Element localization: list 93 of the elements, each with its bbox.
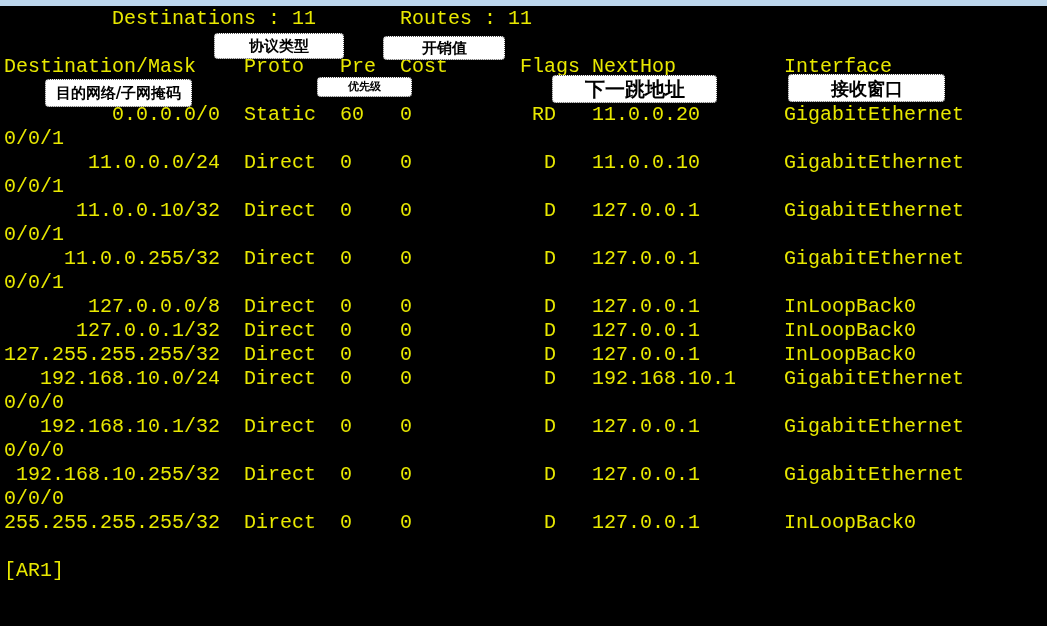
nexthop-cell-text: 127.0.0.1	[592, 247, 702, 271]
flags-cell-text: D	[543, 199, 556, 223]
flags-cell-text: D	[543, 343, 556, 367]
cost-cell-text: 0	[400, 511, 413, 535]
interface-cell: 0/0/0	[4, 487, 64, 511]
pre-cell-text: 0	[340, 343, 353, 367]
annotation-label: 优先级	[317, 77, 412, 97]
interface-cell: GigabitEthernet	[784, 367, 965, 391]
cost-cell-text: 0	[400, 343, 413, 367]
destination-cell-text: 11.0.0.10/32	[74, 199, 220, 223]
destination-cell: 255.255.255.255/32	[4, 511, 220, 535]
interface-cell: 0/0/1	[4, 127, 64, 151]
interface-cell: GigabitEthernet	[784, 463, 965, 487]
destination-cell-text: 127.0.0.1/32	[74, 319, 220, 343]
interface-cell: 0/0/1	[4, 175, 64, 199]
nexthop-cell-text: 127.0.0.1	[592, 415, 702, 439]
pre-cell-text: 60	[340, 103, 365, 127]
annotation-label: 接收窗口	[788, 74, 945, 102]
interface-cell: InLoopBack0	[784, 511, 917, 535]
annotation-label: 开销值	[383, 36, 505, 60]
pre-cell-text: 0	[340, 247, 353, 271]
destination-cell-text: 192.168.10.1/32	[38, 415, 220, 439]
annotation-label: 目的网络/子网掩码	[45, 79, 192, 107]
nexthop-cell-text: 127.0.0.1	[592, 343, 702, 367]
destinations-count: Destinations : 11	[112, 7, 318, 31]
interface-cell: GigabitEthernet	[784, 103, 965, 127]
command-prompt: [AR1]	[4, 559, 64, 583]
proto-cell-text: Direct	[244, 343, 317, 367]
cost-cell-text: 0	[400, 151, 413, 175]
destination-cell-text: 192.168.10.0/24	[38, 367, 220, 391]
pre-cell-text: 0	[340, 151, 353, 175]
pre-cell-text: 0	[340, 415, 353, 439]
annotation-label: 下一跳地址	[552, 75, 717, 103]
interface-cell: 0/0/1	[4, 271, 64, 295]
routes-count: Routes : 11	[400, 7, 533, 31]
proto-cell-text: Direct	[244, 295, 317, 319]
proto-cell-text: Direct	[244, 511, 317, 535]
nexthop-cell-text: 127.0.0.1	[592, 199, 702, 223]
nexthop-cell-text: 127.0.0.1	[592, 319, 702, 343]
nexthop-cell-text: 11.0.0.10	[592, 151, 702, 175]
nexthop-cell-text: 11.0.0.20	[592, 103, 702, 127]
flags-cell-text: D	[543, 295, 556, 319]
destination-cell-text: 11.0.0.255/32	[62, 247, 220, 271]
cost-cell-text: 0	[400, 319, 413, 343]
cost-cell-text: 0	[400, 247, 413, 271]
pre-cell-text: 0	[340, 367, 353, 391]
flags-cell-text: D	[543, 151, 556, 175]
cost-cell-text: 0	[400, 199, 413, 223]
proto-cell-text: Direct	[244, 463, 317, 487]
nexthop-cell-text: 127.0.0.1	[592, 511, 702, 535]
cost-cell-text: 0	[400, 103, 413, 127]
interface-cell: InLoopBack0	[784, 343, 917, 367]
pre-cell-text: 0	[340, 319, 353, 343]
interface-cell: GigabitEthernet	[784, 199, 965, 223]
flags-cell-text: D	[543, 463, 556, 487]
proto-cell-text: Direct	[244, 367, 317, 391]
proto-cell-text: Direct	[244, 199, 317, 223]
flags-cell-text: D	[543, 319, 556, 343]
interface-cell: 0/0/1	[4, 223, 64, 247]
interface-cell: InLoopBack0	[784, 295, 917, 319]
proto-cell-text: Direct	[244, 151, 317, 175]
nexthop-cell-text: 127.0.0.1	[592, 463, 702, 487]
cost-cell-text: 0	[400, 463, 413, 487]
interface-cell: InLoopBack0	[784, 319, 917, 343]
interface-cell: GigabitEthernet	[784, 247, 965, 271]
flags-cell-text: D	[543, 511, 556, 535]
cost-cell-text: 0	[400, 367, 413, 391]
nexthop-cell-text: 192.168.10.1	[592, 367, 738, 391]
proto-cell-text: Direct	[244, 247, 317, 271]
proto-cell-text: Direct	[244, 319, 317, 343]
pre-cell-text: 0	[340, 463, 353, 487]
interface-cell: GigabitEthernet	[784, 151, 965, 175]
interface-cell: GigabitEthernet	[784, 415, 965, 439]
flags-cell-text: D	[543, 367, 556, 391]
destination-cell-text: 11.0.0.0/24	[86, 151, 220, 175]
cost-cell-text: 0	[400, 295, 413, 319]
flags-cell-text: RD	[531, 103, 556, 127]
nexthop-cell-text: 127.0.0.1	[592, 295, 702, 319]
destination-header: Destination/Mask	[4, 55, 198, 79]
interface-cell: 0/0/0	[4, 439, 64, 463]
pre-cell-text: 0	[340, 295, 353, 319]
proto-cell-text: Static	[244, 103, 317, 127]
destination-cell-text: 192.168.10.255/32	[14, 463, 220, 487]
interface-cell: 0/0/0	[4, 391, 64, 415]
pre-cell-text: 0	[340, 199, 353, 223]
pre-cell-text: 0	[340, 511, 353, 535]
annotation-label: 协议类型	[214, 33, 344, 59]
proto-cell-text: Direct	[244, 415, 317, 439]
destination-cell-text: 127.0.0.0/8	[86, 295, 220, 319]
destination-cell: 127.255.255.255/32	[4, 343, 220, 367]
flags-cell-text: D	[543, 247, 556, 271]
flags-cell-text: D	[543, 415, 556, 439]
cost-cell-text: 0	[400, 415, 413, 439]
